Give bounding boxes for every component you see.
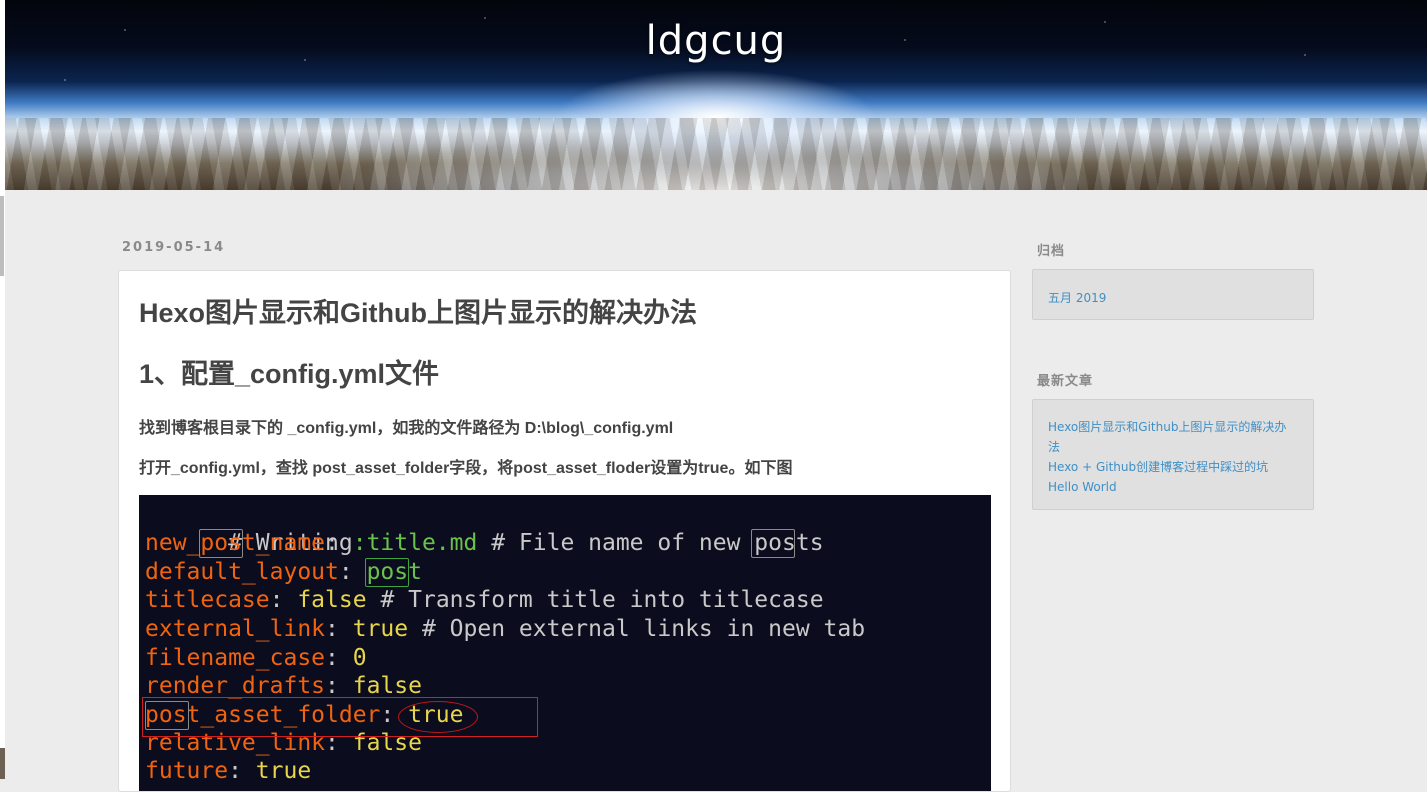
recent-post-link[interactable]: Hello World <box>1048 477 1298 497</box>
window-corner <box>0 748 5 779</box>
code-key: external_link <box>145 616 326 642</box>
search-match-box <box>199 529 243 558</box>
recent-post-link[interactable]: Hexo图片显示和Github上图片显示的解决办法 <box>1048 417 1298 457</box>
post-date[interactable]: 2019-05-14 <box>122 240 225 255</box>
banner-clouds <box>5 118 1427 190</box>
annotation-ellipse <box>398 701 478 733</box>
code-line: filename_case: 0 <box>145 645 367 671</box>
recent-posts-widget: Hexo图片显示和Github上图片显示的解决办法 Hexo + Github创… <box>1032 399 1314 510</box>
code-comment: # Open external links in new tab <box>421 616 866 642</box>
post-paragraph-2: 打开_config.yml，查找 post_asset_folder字段，将po… <box>139 460 793 477</box>
scrollbar-thumb[interactable] <box>0 196 4 276</box>
code-line: external_link: true # Open external link… <box>145 616 866 642</box>
code-line: titlecase: false # Transform title into … <box>145 587 824 613</box>
recent-post-link[interactable]: Hexo + Github创建博客过程中踩过的坑 <box>1048 457 1298 477</box>
site-title-link[interactable]: ldgcug <box>5 18 1427 64</box>
config-screenshot-image: # Writing new_post_name: :title.md # Fil… <box>139 495 991 791</box>
recent-posts-heading: 最新文章 <box>1037 374 1094 389</box>
code-key: default_layout <box>145 559 339 585</box>
post-paragraph-1: 找到博客根目录下的 _config.yml，如我的文件路径为 D:\blog\_… <box>139 420 674 437</box>
archive-link-may-2019[interactable]: 五月 2019 <box>1048 288 1298 308</box>
code-key: titlecase <box>145 587 270 613</box>
code-comment: # Transform title into titlecase <box>380 587 824 613</box>
post-title[interactable]: Hexo图片显示和Github上图片显示的解决办法 <box>139 291 697 330</box>
archive-widget: 五月 2019 <box>1032 269 1314 320</box>
code-key: future <box>145 758 229 784</box>
code-value: false <box>352 673 422 699</box>
search-match-box <box>751 529 795 558</box>
code-value: :title.md <box>352 530 478 556</box>
annotation-rectangle <box>142 697 538 737</box>
code-value: 0 <box>352 645 367 671</box>
code-line: future: true <box>145 758 312 784</box>
code-value: false <box>297 587 367 613</box>
code-key: filename_case <box>145 645 326 671</box>
section-heading: 1、配置_config.yml文件 <box>139 359 440 389</box>
code-line: new_post_name: :title.md # File name of … <box>145 530 824 556</box>
search-match-box <box>365 558 409 587</box>
code-key: render_drafts <box>145 673 326 699</box>
code-value: true <box>255 758 312 784</box>
archive-heading: 归档 <box>1037 244 1066 259</box>
code-line: # Writing <box>145 500 353 556</box>
site-banner: ldgcug <box>5 0 1427 190</box>
code-value: true <box>352 616 409 642</box>
post-card: Hexo图片显示和Github上图片显示的解决办法 1、配置_config.ym… <box>118 270 1011 792</box>
